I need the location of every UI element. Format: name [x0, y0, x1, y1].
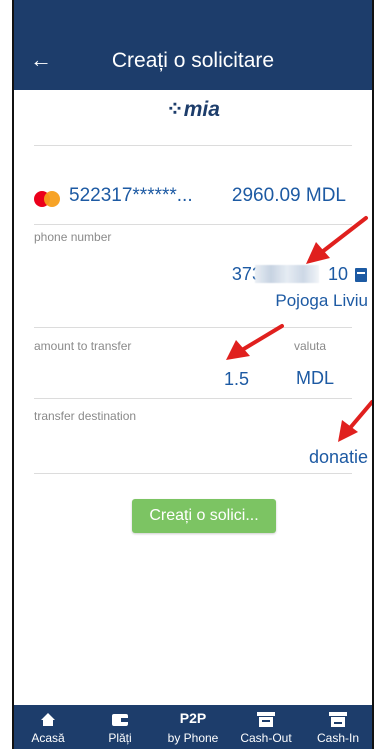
bottom-navigation: Acasă Plăți P2P by Phone Cash-Out Cash-I… [14, 705, 372, 749]
contact-name: Pojoga Liviu [275, 291, 368, 310]
currency-label: valuta [294, 339, 327, 353]
contacts-book-icon[interactable] [354, 267, 368, 283]
amount-input[interactable]: 1.5 [224, 369, 249, 390]
mia-logo-mark-icon: ⁘ [166, 98, 184, 121]
mastercard-icon [34, 191, 64, 207]
nav-cash-in[interactable]: Cash-In [302, 708, 372, 746]
amount-label: amount to transfer [34, 339, 132, 353]
card-selector[interactable]: 522317******... 2960.09 MDL [34, 183, 352, 213]
card-number: 522317******... [69, 185, 193, 206]
wallet-icon [112, 714, 128, 726]
phone-label: phone number [34, 230, 112, 244]
mia-logo: ⁘mia [166, 98, 220, 121]
app-header: ← Creați o solicitare [14, 0, 372, 90]
cash-in-icon [329, 712, 347, 727]
divider [34, 327, 352, 328]
create-request-button[interactable]: Creați o solici... [132, 499, 276, 533]
annotation-arrow-phone-icon [306, 216, 368, 264]
card-balance: 2960.09 MDL [231, 185, 346, 206]
destination-label: transfer destination [34, 409, 137, 423]
annotation-arrow-amount-icon [226, 324, 284, 360]
nav-payments[interactable]: Plăți [84, 708, 156, 746]
divider [34, 145, 352, 146]
nav-cash-out[interactable]: Cash-Out [230, 708, 302, 746]
home-icon [41, 713, 55, 726]
cash-out-icon [257, 712, 275, 727]
divider [34, 473, 352, 474]
phone-screen: ← Creați o solicitare ⁘mia 522317******.… [12, 0, 374, 749]
page-title: Creați o solicitare [111, 49, 275, 72]
currency-select[interactable]: MDL [296, 368, 334, 389]
nav-p2p-by-phone[interactable]: P2P by Phone [157, 708, 229, 746]
nav-home[interactable]: Acasă [14, 708, 84, 746]
p2p-icon: P2P [179, 710, 207, 726]
destination-input[interactable]: donatie [309, 447, 368, 468]
annotation-arrow-destination-icon [338, 400, 372, 442]
divider [34, 398, 352, 399]
